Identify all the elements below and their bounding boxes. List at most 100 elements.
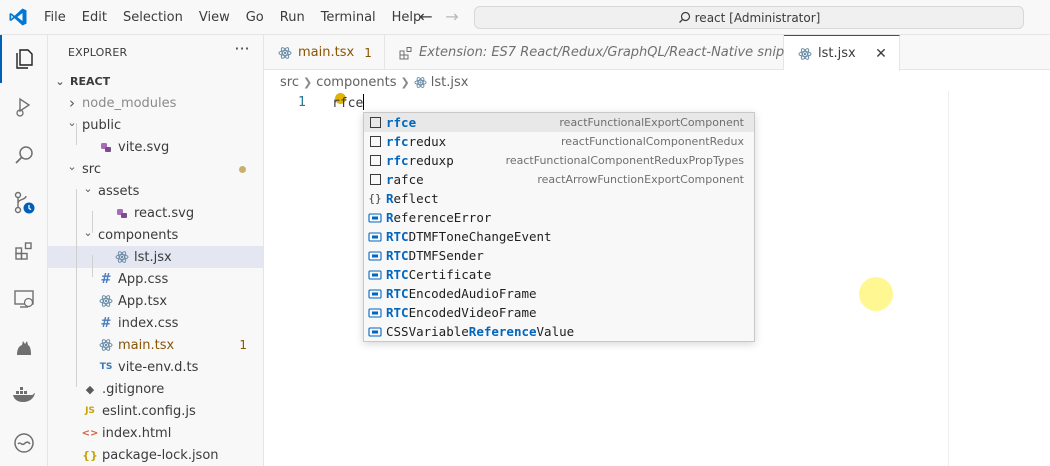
tree-item-assets[interactable]: ⌄ assets [48,180,263,202]
more-actions-icon[interactable]: ··· [232,39,252,59]
tree-item-react-svg[interactable]: react.svg [48,202,263,224]
suggestion-item[interactable]: {} Reflect [364,189,754,208]
tree-item-label: public [82,117,122,133]
tree-item-label: src [82,161,101,177]
tree-item-vite-svg[interactable]: vite.svg [48,136,263,158]
tree-item-label: main.tsx [118,337,175,353]
suggestion-item[interactable]: CSSVariableReferenceValue [364,322,754,341]
back-arrow-icon[interactable]: ← [418,8,434,26]
suggestion-label-match: r [386,172,394,187]
tree-item-lst-jsx[interactable]: lst.jsx [48,246,263,268]
menu-item-file[interactable]: File [36,0,74,35]
css-file-icon: # [100,271,112,287]
tree-item-app-tsx[interactable]: App.tsx [48,290,263,312]
menu-item-terminal[interactable]: Terminal [313,0,384,35]
suggestion-detail: reactFunctionalComponentReduxPropTypes [505,154,744,167]
breadcrumb-item-file[interactable]: lst.jsx [431,75,469,90]
tab-label: lst.jsx [818,46,856,61]
close-icon[interactable]: ✕ [873,46,889,62]
suggestion-item[interactable]: RTCCertificate [364,265,754,284]
suggestion-item[interactable]: ReferenceError [364,208,754,227]
indent-guide [76,123,77,145]
chevron-down-icon: ⌄ [83,181,93,195]
search-icon[interactable] [0,131,48,179]
remote-explorer-icon[interactable] [0,275,48,323]
tree-item-package-lock-json[interactable]: {} package-lock.json [48,444,263,466]
suggestion-item[interactable]: rfce reactFunctionalExportComponent [364,113,754,132]
search-icon [678,11,690,23]
svg-file-icon [114,205,130,221]
tab-main-tsx[interactable]: main.tsx 1 [264,35,385,70]
suggestion-item[interactable]: RTCEncodedAudioFrame [364,284,754,303]
breadcrumb-item-components[interactable]: components [316,75,396,90]
tree-item-main-tsx[interactable]: main.tsx 1 [48,334,263,356]
suggestion-item[interactable]: rafce reactArrowFunctionExportComponent [364,170,754,189]
snippet-icon [364,173,386,186]
extensions-icon[interactable] [0,227,48,275]
react-file-icon [278,46,292,60]
tree-item-app-css[interactable]: # App.css [48,268,263,290]
editor-ruler [948,91,949,466]
docker-icon[interactable] [0,371,48,419]
tree-item--gitignore[interactable]: ◆ .gitignore [48,378,263,400]
menu-item-edit[interactable]: Edit [74,0,115,35]
suggestion-label-pre: CSSVariable [386,324,469,339]
menu-item-view[interactable]: View [191,0,238,35]
suggestion-item[interactable]: rfcreduxp reactFunctionalComponentReduxPr… [364,151,754,170]
suggestion-label-match: rfce [386,115,417,130]
workspace-root[interactable]: ⌄ REACT [48,70,264,92]
explorer-icon[interactable] [0,35,48,83]
breadcrumb-item-src[interactable]: src [280,75,299,90]
suggestion-detail: reactArrowFunctionExportComponent [537,173,744,186]
suggestion-item[interactable]: RTCDTMFSender [364,246,754,265]
tab-extension-es7-snippets[interactable]: Extension: ES7 React/Redux/GraphQL/React… [385,35,812,70]
css-file-icon: # [100,315,112,331]
tree-item-label: App.tsx [118,293,168,309]
tab-lst-jsx[interactable]: lst.jsx ✕ [784,35,900,71]
suggestion-detail: reactFunctionalComponentRedux [561,135,744,148]
tree-item-label: vite-env.d.ts [118,359,199,375]
tree-item-node-modules[interactable]: › node_modules [48,92,263,114]
tree-item-index-css[interactable]: # index.css [48,312,263,334]
suggestion-label-match: R [386,191,394,206]
tree-item-label: index.css [118,315,179,331]
tree-item-vite-env-d-ts[interactable]: TS vite-env.d.ts [48,356,263,378]
suggestion-label-post: Value [536,324,575,339]
suggestion-label-post: eflect [393,191,439,206]
suggestion-label: RTCCertificate [386,267,491,282]
suggestion-label-match: R [386,210,394,225]
menu-item-selection[interactable]: Selection [115,0,191,35]
react-file-icon [98,337,114,353]
command-center-search[interactable]: react [Administrator] [474,6,1024,29]
module-icon: {} [368,192,382,205]
tree-item-index-html[interactable]: <> index.html [48,422,263,444]
text-cursor [363,94,365,110]
code-line[interactable]: rfce [332,94,365,111]
git-file-icon: ◆ [85,382,95,396]
workspace-root-label: REACT [70,74,111,88]
tree-item-label: eslint.config.js [102,403,196,419]
menu-item-go[interactable]: Go [238,0,272,35]
source-control-icon[interactable] [0,179,48,227]
chevron-down-icon: ⌄ [67,115,77,129]
run-debug-icon[interactable] [0,83,48,131]
suggestion-label-match: RTC [386,248,409,263]
unknown-extension-icon[interactable] [0,419,48,466]
react-file-icon [798,47,812,61]
tree-item-eslint-config-js[interactable]: JS eslint.config.js [48,400,263,422]
menu-item-run[interactable]: Run [272,0,313,35]
testing-icon[interactable] [0,323,48,371]
forward-arrow-icon[interactable]: → [444,8,460,26]
variable-icon [364,288,386,300]
tree-item-components[interactable]: ⌄ components [48,224,263,246]
suggestion-item[interactable]: RTCDTMFToneChangeEvent [364,227,754,246]
suggestion-item[interactable]: RTCEncodedVideoFrame [364,303,754,322]
chevron-right-icon: ❯ [302,75,313,89]
suggestion-label-post: eferenceError [393,210,492,225]
editor-tabs: main.tsx 1 Extension: ES7 React/Redux/Gr… [264,35,1050,71]
suggestion-label-match: Reference [468,324,537,339]
tree-item-public[interactable]: ⌄ public [48,114,263,136]
suggestion-item[interactable]: rfcredux reactFunctionalComponentRedux [364,132,754,151]
variable-icon [364,231,386,243]
tree-item-src[interactable]: ⌄ src [48,158,263,180]
